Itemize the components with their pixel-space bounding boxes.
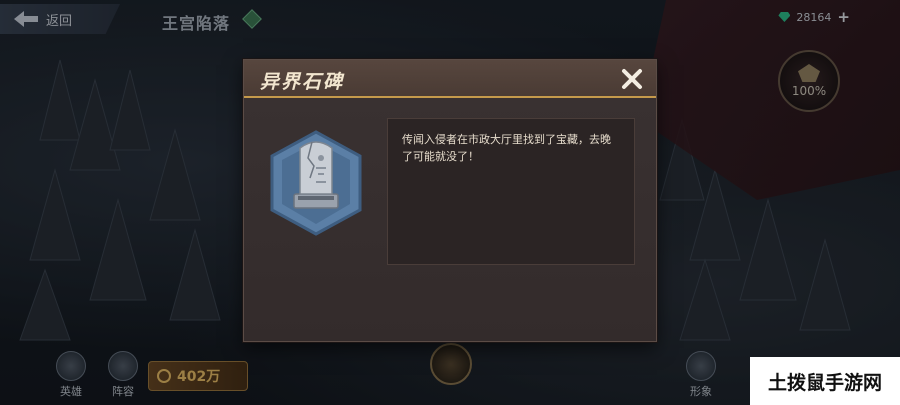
dialog-title: 异界石碑	[260, 71, 345, 93]
description-text: 传闻入侵者在市政大厅里找到了宝藏，去晚了可能就没了！	[402, 133, 611, 163]
dialog-header: 异界石碑	[244, 60, 656, 98]
close-icon[interactable]	[618, 65, 646, 93]
monument-dialog: 异界石碑 传闻入侵者在市政大厅里找到了宝藏，去晚了可能就没了！	[243, 59, 657, 342]
description-box: 传闻入侵者在市政大厅里找到了宝藏，去晚了可能就没了！	[387, 118, 635, 265]
watermark-logo: 土拨鼠手游网	[750, 357, 900, 405]
monument-icon	[270, 130, 362, 236]
